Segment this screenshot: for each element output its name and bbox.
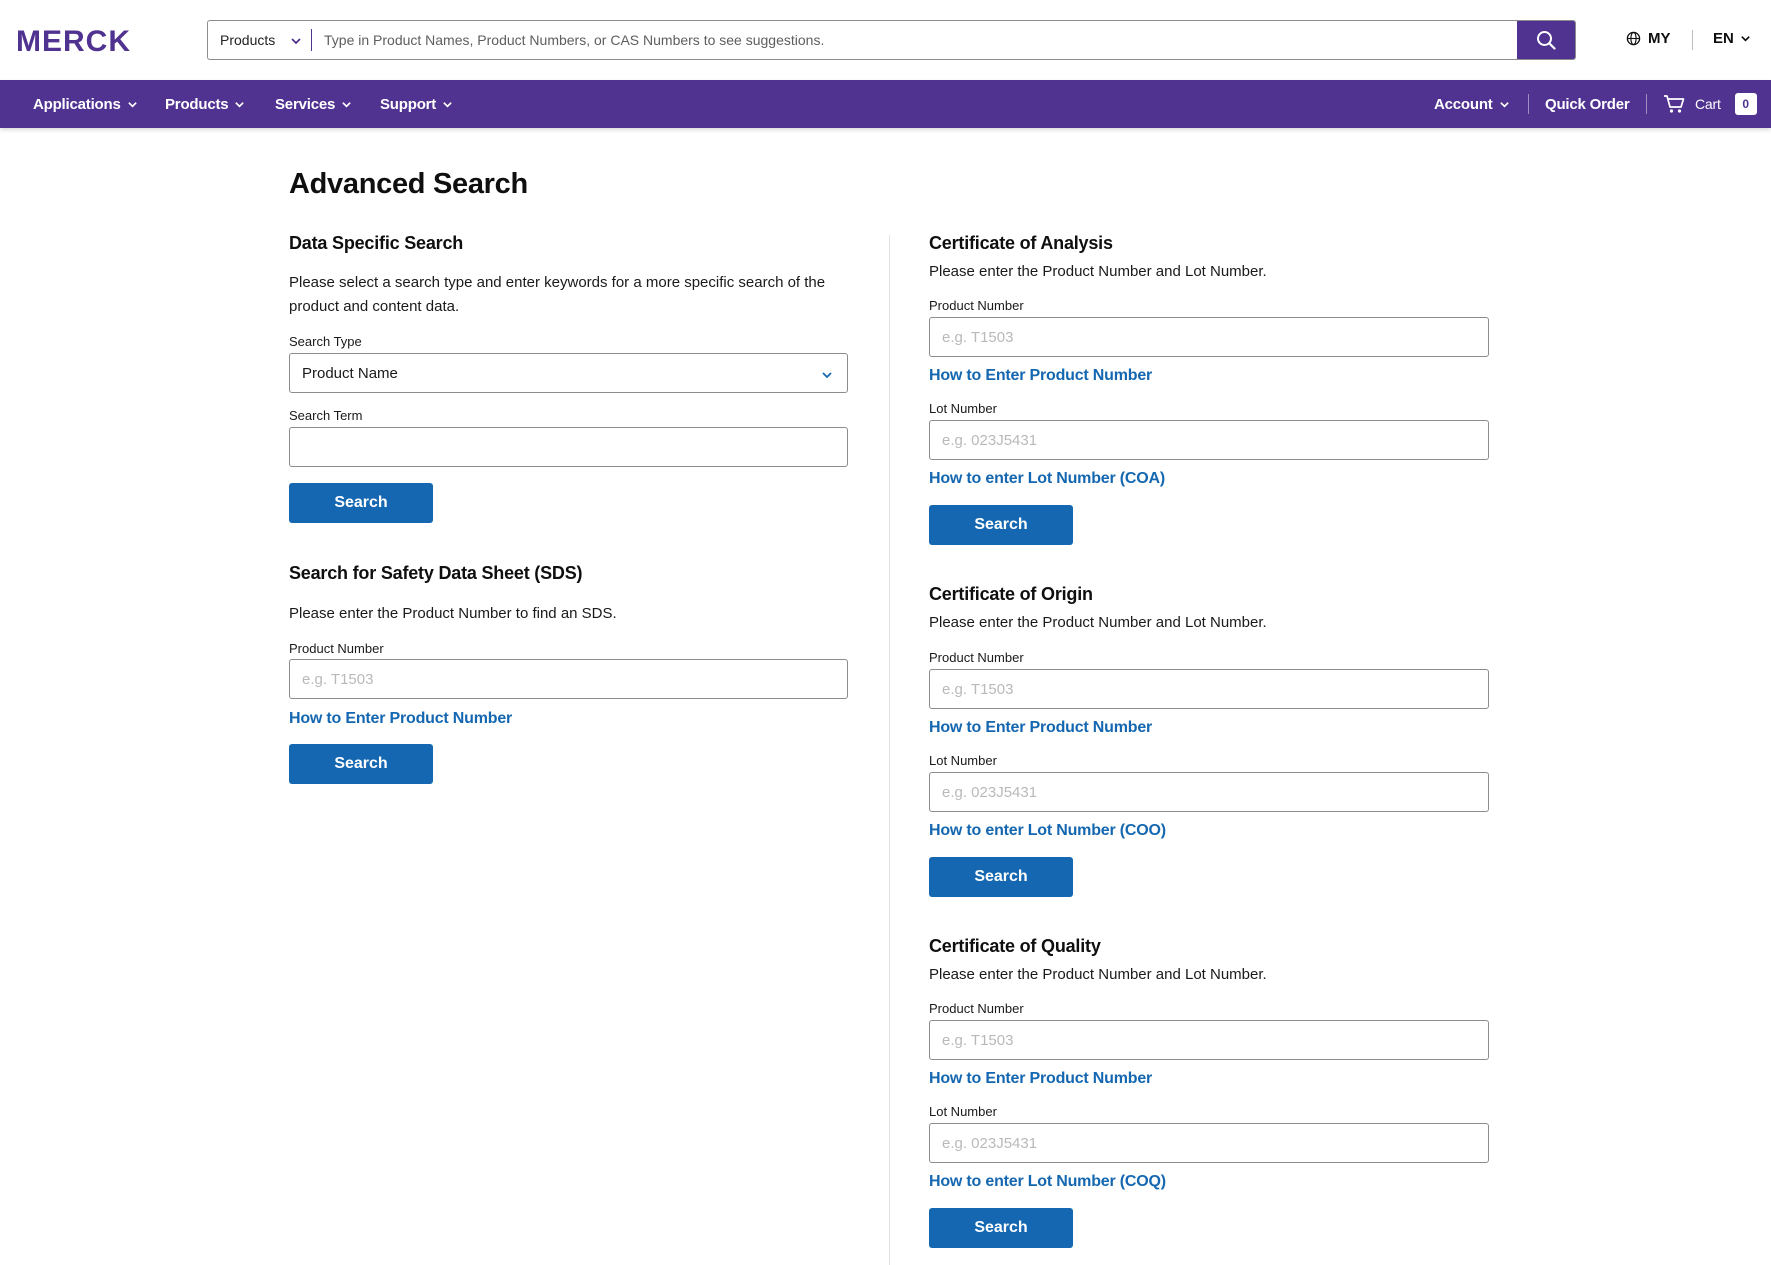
chevron-down-icon bbox=[1741, 36, 1750, 42]
sds-search-button[interactable]: Search bbox=[289, 744, 433, 784]
coo-lot-number-label: Lot Number bbox=[929, 753, 997, 768]
nav-label: Support bbox=[380, 95, 437, 113]
coo-title: Certificate of Origin bbox=[929, 584, 1093, 604]
chevron-down-icon bbox=[235, 101, 245, 108]
coo-desc: Please enter the Product Number and Lot … bbox=[929, 614, 1267, 631]
global-search-button[interactable] bbox=[1517, 21, 1575, 59]
search-term-label: Search Term bbox=[289, 408, 363, 423]
sds-desc: Please enter the Product Number to find … bbox=[289, 605, 617, 622]
sds-title: Search for Safety Data Sheet (SDS) bbox=[289, 563, 583, 583]
account-label: Account bbox=[1434, 95, 1493, 113]
coa-title: Certificate of Analysis bbox=[929, 233, 1113, 253]
top-divider bbox=[1692, 30, 1693, 50]
cart-label: Cart bbox=[1695, 96, 1721, 112]
coo-lot-number-help-link[interactable]: How to enter Lot Number (COO) bbox=[929, 822, 1166, 840]
globe-icon bbox=[1626, 31, 1641, 46]
chevron-down-icon bbox=[342, 101, 351, 108]
nav-label: Services bbox=[275, 95, 336, 113]
coo-product-number-label: Product Number bbox=[929, 650, 1024, 665]
page-title: Advanced Search bbox=[289, 168, 528, 200]
coq-title: Certificate of Quality bbox=[929, 936, 1101, 956]
search-scope-dropdown[interactable]: Products bbox=[208, 21, 312, 59]
coq-lot-number-input[interactable] bbox=[929, 1123, 1489, 1163]
global-search-bar: Products bbox=[207, 20, 1576, 60]
search-type-select[interactable]: Product Name bbox=[289, 353, 848, 393]
coo-product-number-help-link[interactable]: How to Enter Product Number bbox=[929, 719, 1152, 737]
cart-icon bbox=[1664, 95, 1685, 113]
nav-label: Applications bbox=[33, 95, 121, 113]
data-specific-desc-line1: Please select a search type and enter ke… bbox=[289, 274, 826, 291]
coq-product-number-label: Product Number bbox=[929, 1001, 1024, 1016]
language-selector[interactable]: EN bbox=[1713, 30, 1751, 47]
sds-product-number-input[interactable] bbox=[289, 659, 848, 699]
search-scope-label: Products bbox=[220, 32, 276, 48]
coo-search-button[interactable]: Search bbox=[929, 857, 1073, 897]
coa-lot-number-help-link[interactable]: How to enter Lot Number (COA) bbox=[929, 470, 1165, 488]
chevron-down-icon bbox=[291, 38, 301, 45]
nav-divider bbox=[1528, 94, 1529, 114]
nav-cart[interactable]: Cart 0 bbox=[1663, 80, 1757, 128]
coq-lot-number-help-link[interactable]: How to enter Lot Number (COQ) bbox=[929, 1173, 1166, 1191]
global-search-input[interactable] bbox=[312, 21, 1517, 59]
country-code: MY bbox=[1648, 30, 1671, 47]
coa-lot-number-label: Lot Number bbox=[929, 401, 997, 416]
coa-search-button[interactable]: Search bbox=[929, 505, 1073, 545]
coq-product-number-help-link[interactable]: How to Enter Product Number bbox=[929, 1070, 1152, 1088]
chevron-down-icon bbox=[443, 101, 452, 108]
search-term-input[interactable] bbox=[289, 427, 848, 467]
scope-divider bbox=[311, 29, 312, 51]
coq-product-number-input[interactable] bbox=[929, 1020, 1489, 1060]
chevron-down-icon bbox=[1499, 101, 1509, 108]
nav-quick-order[interactable]: Quick Order bbox=[1545, 80, 1630, 128]
search-icon bbox=[1537, 31, 1556, 50]
coq-search-button[interactable]: Search bbox=[929, 1208, 1073, 1248]
nav-label: Products bbox=[165, 95, 229, 113]
search-type-value: Product Name bbox=[302, 364, 398, 382]
svg-text:MERCK: MERCK bbox=[16, 26, 131, 54]
coa-desc: Please enter the Product Number and Lot … bbox=[929, 263, 1267, 280]
top-bar: MERCK Products MY EN bbox=[0, 0, 1771, 80]
cart-count-badge: 0 bbox=[1734, 93, 1757, 115]
main-nav: Applications Products Services Support A… bbox=[0, 80, 1771, 128]
search-type-label: Search Type bbox=[289, 334, 362, 349]
nav-item-applications[interactable]: Applications bbox=[33, 80, 138, 128]
language-code: EN bbox=[1713, 30, 1734, 47]
data-specific-search-button[interactable]: Search bbox=[289, 483, 433, 523]
nav-account[interactable]: Account bbox=[1434, 80, 1510, 128]
chevron-down-icon bbox=[127, 101, 137, 108]
data-specific-desc-line2: product and content data. bbox=[289, 298, 460, 315]
nav-divider bbox=[1646, 94, 1647, 114]
coq-lot-number-label: Lot Number bbox=[929, 1104, 997, 1119]
column-divider bbox=[889, 235, 890, 1265]
coa-product-number-help-link[interactable]: How to Enter Product Number bbox=[929, 367, 1152, 385]
coo-product-number-input[interactable] bbox=[929, 669, 1489, 709]
merck-logo[interactable]: MERCK bbox=[16, 26, 168, 54]
nav-item-services[interactable]: Services bbox=[275, 80, 352, 128]
sds-product-number-help-link[interactable]: How to Enter Product Number bbox=[289, 710, 512, 728]
nav-item-products[interactable]: Products bbox=[165, 80, 245, 128]
coa-product-number-input[interactable] bbox=[929, 317, 1489, 357]
coq-desc: Please enter the Product Number and Lot … bbox=[929, 966, 1267, 983]
country-selector[interactable]: MY bbox=[1626, 30, 1671, 47]
quick-order-label: Quick Order bbox=[1545, 95, 1630, 113]
coo-lot-number-input[interactable] bbox=[929, 772, 1489, 812]
sds-product-number-label: Product Number bbox=[289, 641, 384, 656]
nav-item-support[interactable]: Support bbox=[380, 80, 453, 128]
coa-lot-number-input[interactable] bbox=[929, 420, 1489, 460]
data-specific-title: Data Specific Search bbox=[289, 233, 464, 253]
coa-product-number-label: Product Number bbox=[929, 298, 1024, 313]
chevron-down-icon bbox=[822, 372, 832, 379]
